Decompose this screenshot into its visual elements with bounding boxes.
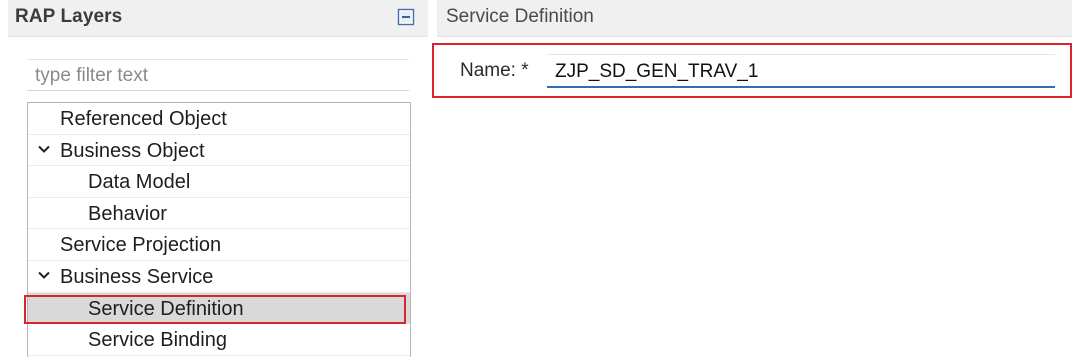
tree-item-service-definition[interactable]: Service Definition (28, 292, 410, 325)
chevron-down-icon[interactable] (37, 142, 51, 156)
tree-item-referenced-object[interactable]: Referenced Object (28, 103, 410, 135)
name-input[interactable] (547, 54, 1055, 88)
chevron-down-icon[interactable] (37, 268, 51, 282)
filter-input[interactable] (27, 59, 409, 91)
rap-layers-header: RAP Layers (8, 0, 428, 37)
tree-item-label: Referenced Object (60, 108, 227, 130)
tree-item-business-object[interactable]: Business Object (28, 135, 410, 167)
tree-item-label: Service Definition (88, 297, 244, 320)
rap-wizard-page: RAP Layers Referenced Object Business Obj… (0, 0, 1080, 357)
tree-item-service-binding[interactable]: Service Binding (28, 324, 410, 356)
rap-layers-tree: Referenced Object Business Object Data Mod… (27, 102, 411, 357)
tree-item-label: Service Projection (60, 234, 222, 257)
tree-item-label: Service Binding (88, 329, 227, 352)
name-field-highlight: Name: * (432, 43, 1072, 98)
tree-item-service-projection[interactable]: Service Projection (28, 229, 410, 261)
tree-item-business-service[interactable]: Business Service (28, 261, 410, 293)
name-label: Name: * (460, 60, 529, 81)
collapse-all-icon[interactable] (397, 8, 415, 26)
tree-item-label: Business Object (60, 139, 205, 162)
tree-item-label: Behavior (88, 202, 167, 225)
tree-item-behavior[interactable]: Behavior (28, 198, 410, 230)
service-definition-header: Service Definition (437, 0, 1072, 37)
rap-layers-panel: RAP Layers Referenced Object Business Obj… (8, 0, 428, 357)
tree-item-data-model[interactable]: Data Model (28, 166, 410, 198)
section-title: Service Definition (446, 6, 594, 27)
tree-item-label: Data Model (88, 171, 191, 194)
tree-item-label: Business Service (60, 266, 214, 288)
panel-title: RAP Layers (15, 6, 123, 27)
